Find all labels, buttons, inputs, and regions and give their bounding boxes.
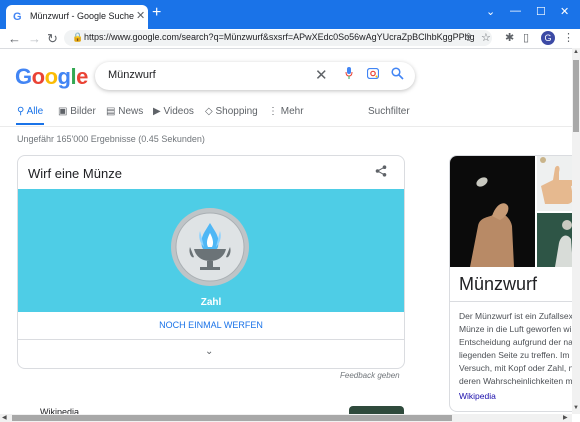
feedback-link[interactable]: Feedback geben <box>340 371 400 380</box>
card-divider <box>18 339 404 340</box>
vertical-scrollbar[interactable]: ▲ ▼ <box>572 48 580 414</box>
tab-close-icon[interactable]: ✕ <box>136 9 145 22</box>
tab-title: Münzwurf - Google Suche <box>30 11 135 21</box>
reload-icon[interactable]: ↻ <box>47 29 58 48</box>
profile-avatar[interactable]: G <box>541 31 555 45</box>
knowledge-panel: Münzwurf Der Münzwurf ist ein Zufallsex … <box>449 155 580 412</box>
google-favicon-icon: G <box>13 11 22 23</box>
logo-letter: o <box>44 64 58 89</box>
tab-images[interactable]: ▣ Bilder <box>58 106 96 117</box>
tab-label: Bilder <box>70 106 96 117</box>
tab-news[interactable]: ▤ News <box>106 106 143 117</box>
forward-icon[interactable]: → <box>28 29 41 48</box>
maximize-icon[interactable]: ☐ <box>536 5 546 18</box>
flip-again-button[interactable]: NOCH EINMAL WERFEN <box>18 320 404 330</box>
minimize-icon[interactable]: — <box>510 5 521 17</box>
wikipedia-link[interactable]: Wikipedia <box>459 391 496 401</box>
menu-kebab-icon[interactable]: ⋮ <box>563 31 574 44</box>
tab-label: Videos <box>163 106 194 117</box>
tab-label: News <box>118 106 144 117</box>
tab-label: Shopping <box>215 106 258 117</box>
coin-display-area[interactable]: Zahl <box>18 189 404 312</box>
coin-flip-card: Wirf eine Münze Zahl NOCH EINMAL WERFEN … <box>17 155 405 369</box>
chevron-down-icon[interactable]: ⌄ <box>205 346 213 357</box>
vertical-scroll-thumb[interactable] <box>573 60 579 132</box>
browser-toolbar: ← → ↻ 🔒 https://www.google.com/search?q=… <box>0 29 580 49</box>
logo-letter: g <box>57 64 71 89</box>
browser-tab[interactable]: G Münzwurf - Google Suche ✕ <box>6 5 148 29</box>
more-vert-icon: ⋮ <box>268 106 278 117</box>
extensions-icon[interactable]: ✱ <box>505 31 514 44</box>
close-window-icon[interactable]: ✕ <box>560 5 569 18</box>
tab-label: Alle <box>26 106 44 117</box>
back-icon[interactable]: ← <box>8 29 21 48</box>
panel-title: Münzwurf <box>459 274 538 294</box>
header-divider <box>0 126 572 127</box>
url-text[interactable]: https://www.google.com/search?q=Münzwurf… <box>84 32 474 42</box>
search-input[interactable]: Münzwurf <box>108 69 156 81</box>
search-box[interactable]: Münzwurf ✕ <box>95 62 415 90</box>
tab-more[interactable]: ⋮ Mehr <box>268 106 304 117</box>
share-page-icon[interactable]: ⇪ <box>464 31 473 44</box>
panel-description-line: Versuch, mit Kopf oder Zahl, n <box>459 363 574 373</box>
active-tab-indicator <box>16 123 44 125</box>
horizontal-scrollbar[interactable]: ◀ ▶ <box>0 414 572 422</box>
microphone-icon[interactable] <box>345 67 353 79</box>
scroll-right-icon[interactable]: ▶ <box>563 414 568 421</box>
google-logo[interactable]: Google <box>15 64 88 90</box>
logo-letter: G <box>15 64 32 89</box>
scroll-left-icon[interactable]: ◀ <box>2 414 7 421</box>
new-tab-button[interactable]: + <box>152 5 161 21</box>
tab-search-icon[interactable]: ⌄ <box>486 5 495 18</box>
search-icon[interactable] <box>391 67 404 80</box>
logo-letter: e <box>76 64 88 89</box>
video-icon: ▶ <box>153 106 161 117</box>
image-icon: ▣ <box>58 106 68 117</box>
logo-letter: o <box>31 64 45 89</box>
panel-description-line: deren Wahrscheinlichkeiten m <box>459 376 573 386</box>
lock-icon[interactable]: 🔒 <box>72 32 83 43</box>
tab-videos[interactable]: ▶ Videos <box>153 106 194 117</box>
bookmark-star-icon[interactable]: ☆ <box>481 31 491 44</box>
panel-description-line: Entscheidung aufgrund der na <box>459 337 573 347</box>
side-panel-icon[interactable]: ▯ <box>523 31 529 44</box>
scroll-down-icon[interactable]: ▼ <box>573 405 579 411</box>
card-title: Wirf eine Münze <box>28 166 122 181</box>
share-icon[interactable] <box>375 165 387 177</box>
coin-icon[interactable] <box>170 207 250 287</box>
tab-label: Mehr <box>280 106 304 117</box>
horizontal-scroll-thumb[interactable] <box>12 415 452 421</box>
coin-result-label: Zahl <box>200 297 222 308</box>
address-bar[interactable]: 🔒 https://www.google.com/search?q=Münzwu… <box>64 30 492 46</box>
panel-description-line: liegenden Seite zu treffen. Im <box>459 350 570 360</box>
panel-divider <box>450 301 580 302</box>
search-tools-button[interactable]: Suchfilter <box>368 106 410 117</box>
tab-shopping[interactable]: ◇ Shopping <box>205 106 258 117</box>
coin-toss-hand-image[interactable] <box>450 156 535 267</box>
news-icon: ▤ <box>106 106 116 117</box>
result-stats: Ungefähr 165'000 Ergebnisse (0.45 Sekund… <box>17 134 205 144</box>
title-bar: G Münzwurf - Google Suche ✕ + ⌄ — ☐ ✕ <box>0 0 580 29</box>
search-small-icon: ⚲ <box>17 106 25 117</box>
clear-search-icon[interactable]: ✕ <box>315 66 328 84</box>
google-lens-icon[interactable] <box>367 68 379 79</box>
panel-description-line: Münze in die Luft geworfen wi <box>459 324 572 334</box>
tab-all[interactable]: ⚲ Alle <box>17 106 43 117</box>
panel-description-line: Der Münzwurf ist ein Zufallsex <box>459 311 573 321</box>
scroll-up-icon[interactable]: ▲ <box>573 49 579 55</box>
tag-icon: ◇ <box>205 106 213 117</box>
